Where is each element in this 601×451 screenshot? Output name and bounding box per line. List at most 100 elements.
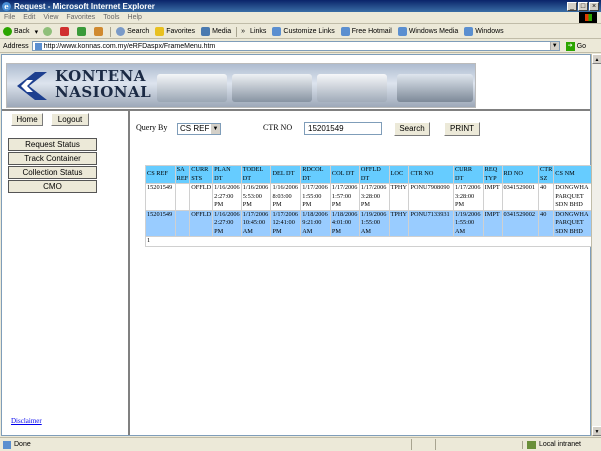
toolbar: Back ▾ Search Favorites Media » Links Cu… [0,25,601,39]
ctr-no-label: CTR NO [263,123,293,132]
menu-help[interactable]: Help [124,14,146,21]
truck-image-4 [397,74,473,102]
nav-request-status[interactable]: Request Status [8,138,97,151]
stop-button[interactable] [57,27,74,36]
refresh-icon [77,27,87,36]
menu-view[interactable]: View [39,14,62,21]
link-hotmail[interactable]: Free Hotmail [338,27,395,36]
page-icon [464,27,474,36]
address-input[interactable]: http://www.konnas.com.my/eRFDaspx/FrameM… [31,41,560,51]
truck-image-2 [232,74,312,102]
title-bar: e Request - Microsoft Internet Explorer … [0,0,601,12]
page-done-icon [3,440,11,449]
kontena-logo-icon [17,72,47,100]
back-arrow-icon [3,27,12,36]
col-header: REQ TYP [482,165,503,184]
table-cell: OFFLD [189,209,214,237]
content-frame: Query By CS REF ▼ CTR NO 15201549 Search… [132,111,590,435]
toolbar-chevron-icon[interactable]: » [239,28,247,35]
col-header: CTR SZ [538,165,555,184]
table-cell: 1/16/2006 8:03:00 PM [270,183,302,211]
table-cell: 0341529002 [501,209,540,237]
link-customize[interactable]: Customize Links [269,27,337,36]
favorites-button[interactable]: Favorites [152,27,198,36]
table-cell: 1/17/2006 3:28:00 PM [452,183,484,211]
table-cell: 40 [538,209,555,237]
nav-track-container[interactable]: Track Container [8,152,97,165]
forward-button[interactable] [40,27,57,36]
media-icon [201,27,211,36]
link-windows[interactable]: Windows [461,27,506,36]
home-browser-button[interactable] [91,27,108,36]
vertical-scrollbar[interactable]: ▲ ▼ [591,54,601,436]
scroll-up-icon[interactable]: ▲ [592,54,601,64]
link-customize-label: Customize Links [283,28,335,35]
col-header: CS NM [553,165,592,184]
table-cell: OFFLD [189,183,214,211]
pager-row: 1 [145,236,592,247]
kontena-banner: KONTENA NASIONAL [6,63,476,108]
menu-edit[interactable]: Edit [19,14,39,21]
search-icon [116,27,126,36]
kontena-logo-text: KONTENA NASIONAL [55,67,152,101]
table-cell: 1/16/2006 2:27:00 PM [212,183,242,211]
table-cell: DONGWHA PARQUET SDN BHD [553,183,592,211]
table-cell: 1/19/2006 1:55:00 AM [452,209,484,237]
disclaimer-link[interactable]: Disclaimer [11,417,42,425]
table-cell: 1/17/2006 3:28:00 PM [358,183,390,211]
query-by-value: CS REF [180,124,210,133]
go-button[interactable]: ➜ Go [565,41,586,51]
results-table: CS REF SA REF CURR STS PLAN DT TODEL DT … [145,165,592,247]
col-header: LOC [388,165,410,184]
home-button[interactable]: Home [11,113,43,126]
link-windows-label: Windows [475,28,504,35]
ctr-no-input[interactable]: 15201549 [304,122,382,135]
link-windows-media[interactable]: Windows Media [395,27,461,36]
col-header: TODEL DT [240,165,272,184]
refresh-button[interactable] [74,27,91,36]
table-row[interactable]: 15201549 OFFLD 1/16/2006 2:27:00 PM 1/17… [145,209,592,237]
query-by-select[interactable]: CS REF ▼ [177,123,221,135]
media-button[interactable]: Media [198,27,234,36]
search-button-browser[interactable]: Search [113,27,152,36]
maximize-icon[interactable]: □ [578,1,588,11]
menu-file[interactable]: File [0,14,19,21]
favorites-label: Favorites [166,28,196,35]
back-label: Back [14,28,30,35]
chevron-down-icon[interactable]: ▼ [211,124,220,134]
link-windows-media-label: Windows Media [408,28,459,35]
menu-tools[interactable]: Tools [99,14,123,21]
home-icon [94,27,104,36]
address-url: http://www.konnas.com.my/eRFDaspx/FrameM… [43,42,216,50]
col-header: CURR STS [189,165,214,184]
table-cell: 1/17/2006 10:45:00 AM [240,209,272,237]
table-cell [174,209,191,237]
table-cell: TPHY [388,183,410,211]
minimize-icon[interactable]: _ [567,1,577,11]
back-dropdown-icon[interactable]: ▾ [33,28,41,36]
address-label: Address [3,42,29,50]
table-row[interactable]: 15201549 OFFLD 1/16/2006 2:27:00 PM 1/16… [145,183,592,211]
chevron-down-icon[interactable]: ▼ [549,42,559,50]
table-cell: PONU7133931 [408,209,454,237]
scroll-down-icon[interactable]: ▼ [592,426,601,436]
stop-icon [60,27,70,36]
links-label[interactable]: Links [247,28,269,35]
logout-button[interactable]: Logout [51,113,89,126]
search-button[interactable]: Search [394,122,430,136]
print-button[interactable]: PRINT [444,122,480,136]
query-by-label: Query By [136,123,168,132]
pager-page-1[interactable]: 1 [145,236,592,247]
nav-cmo[interactable]: CMO [8,180,97,193]
table-cell [174,183,191,211]
menu-favorites[interactable]: Favorites [62,14,99,21]
table-cell: 0341529001 [501,183,540,211]
search-label: Search [127,28,150,35]
nav-collection-status[interactable]: Collection Status [8,166,97,179]
table-cell: 1/19/2006 1:55:00 AM [358,209,390,237]
back-button[interactable]: Back [0,27,33,36]
favorites-star-icon [155,27,165,36]
close-icon[interactable]: × [589,1,599,11]
status-divider [434,439,459,450]
truck-image-1 [157,74,227,102]
